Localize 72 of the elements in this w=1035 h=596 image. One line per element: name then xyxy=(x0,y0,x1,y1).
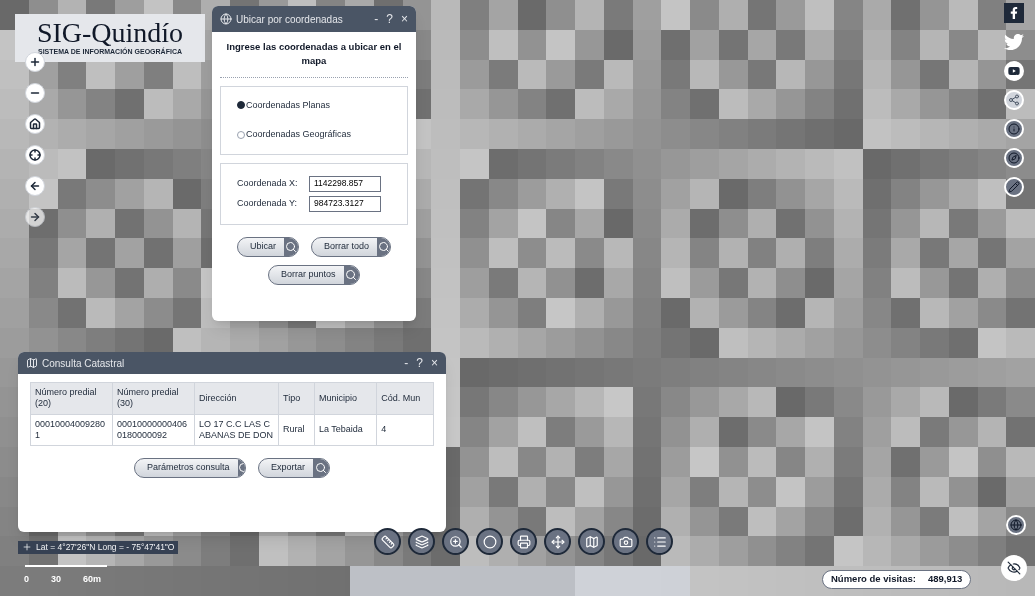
layers-icon xyxy=(414,534,429,549)
radio-button[interactable] xyxy=(237,101,245,110)
arrow-left-icon xyxy=(29,180,41,192)
window-control[interactable]: × xyxy=(401,10,408,28)
window-control[interactable]: ? xyxy=(386,10,393,28)
table-cell: 000100040092801 xyxy=(30,414,113,446)
info-icon xyxy=(1008,123,1020,135)
printer-icon xyxy=(516,534,531,549)
logo-title: SIG-Quindío xyxy=(36,18,184,47)
zoom-icon xyxy=(448,534,463,549)
column-header[interactable]: Número predial (30) xyxy=(112,382,195,414)
map-icon xyxy=(26,357,38,369)
table-cell: La Tebaida xyxy=(314,414,377,446)
play-icon xyxy=(1008,65,1020,77)
action-button[interactable]: Ubicar xyxy=(237,236,299,257)
coordinates-text: Lat = 4°27'26"N Long = - 75°47'41"O xyxy=(36,541,175,554)
map-icon xyxy=(584,534,599,549)
search-icon xyxy=(285,240,297,253)
table-cell: 4 xyxy=(376,414,434,446)
ruler-icon xyxy=(380,534,395,549)
column-header[interactable]: Cód. Mun xyxy=(376,382,434,414)
action-button[interactable]: Exportar xyxy=(258,458,330,478)
crosshair-icon xyxy=(29,149,41,161)
search-icon xyxy=(345,268,358,281)
action-button[interactable]: Borrar puntos xyxy=(268,264,360,285)
arrow-right-icon xyxy=(29,211,41,223)
bird-icon xyxy=(1004,32,1024,52)
visits-label: Número de visitas: xyxy=(831,572,916,587)
home-icon xyxy=(29,118,41,130)
circle-icon xyxy=(482,534,497,549)
window-title: Consulta Catastral xyxy=(42,356,126,371)
scale-label: 0 xyxy=(24,573,29,586)
window-control[interactable]: × xyxy=(431,354,438,372)
input-field[interactable]: 984723.3127 xyxy=(309,195,381,212)
plus-icon xyxy=(29,56,41,68)
action-button[interactable]: Parámetros consulta xyxy=(134,458,246,478)
column-header[interactable]: Dirección xyxy=(194,382,279,414)
column-header[interactable]: Número predial (20) xyxy=(30,382,113,414)
window-control[interactable]: - xyxy=(404,354,409,372)
globe-icon xyxy=(220,13,232,25)
list-icon xyxy=(652,534,667,549)
column-header[interactable]: Tipo xyxy=(278,382,315,414)
social-button[interactable] xyxy=(1004,3,1024,23)
dialog-heading: Ingrese las coordenadas a ubicar en el mapa xyxy=(220,40,408,78)
radio-option[interactable]: Coordenadas Planas xyxy=(237,98,391,112)
camera-icon xyxy=(618,534,633,549)
visits-value: 489,913 xyxy=(928,572,963,587)
action-button[interactable]: Borrar todo xyxy=(311,236,391,257)
window-control[interactable]: ? xyxy=(416,354,423,372)
radio-option[interactable]: Coordenadas Geográficas xyxy=(237,128,391,142)
column-header[interactable]: Municipio xyxy=(314,382,377,414)
scale-label: 30 xyxy=(51,573,62,586)
dialog-title: Ubicar por coordenadas xyxy=(236,12,344,27)
move-icon xyxy=(550,534,565,549)
globe-icon xyxy=(1010,519,1022,531)
field-label: Coordenada X: xyxy=(237,176,299,190)
letter-f-icon xyxy=(1008,7,1020,19)
radio-button[interactable] xyxy=(237,130,245,139)
share-icon xyxy=(1008,94,1020,106)
pencil-icon xyxy=(1008,181,1020,193)
field-label: Coordenada Y: xyxy=(237,196,298,210)
table-cell: Rural xyxy=(278,414,315,446)
table-cell: LO 17 C.C LAS CABANAS DE DON xyxy=(194,414,279,446)
input-field[interactable]: 1142298.857 xyxy=(309,175,381,192)
search-icon xyxy=(315,462,327,474)
eye-off-icon xyxy=(1007,561,1021,575)
table-cell: 000100000004060180000092 xyxy=(112,414,195,446)
compass-icon xyxy=(1008,152,1020,164)
scale-label: 60m xyxy=(83,573,102,586)
search-icon xyxy=(377,240,390,253)
window-control[interactable]: - xyxy=(374,10,379,28)
plus-icon xyxy=(22,542,32,553)
